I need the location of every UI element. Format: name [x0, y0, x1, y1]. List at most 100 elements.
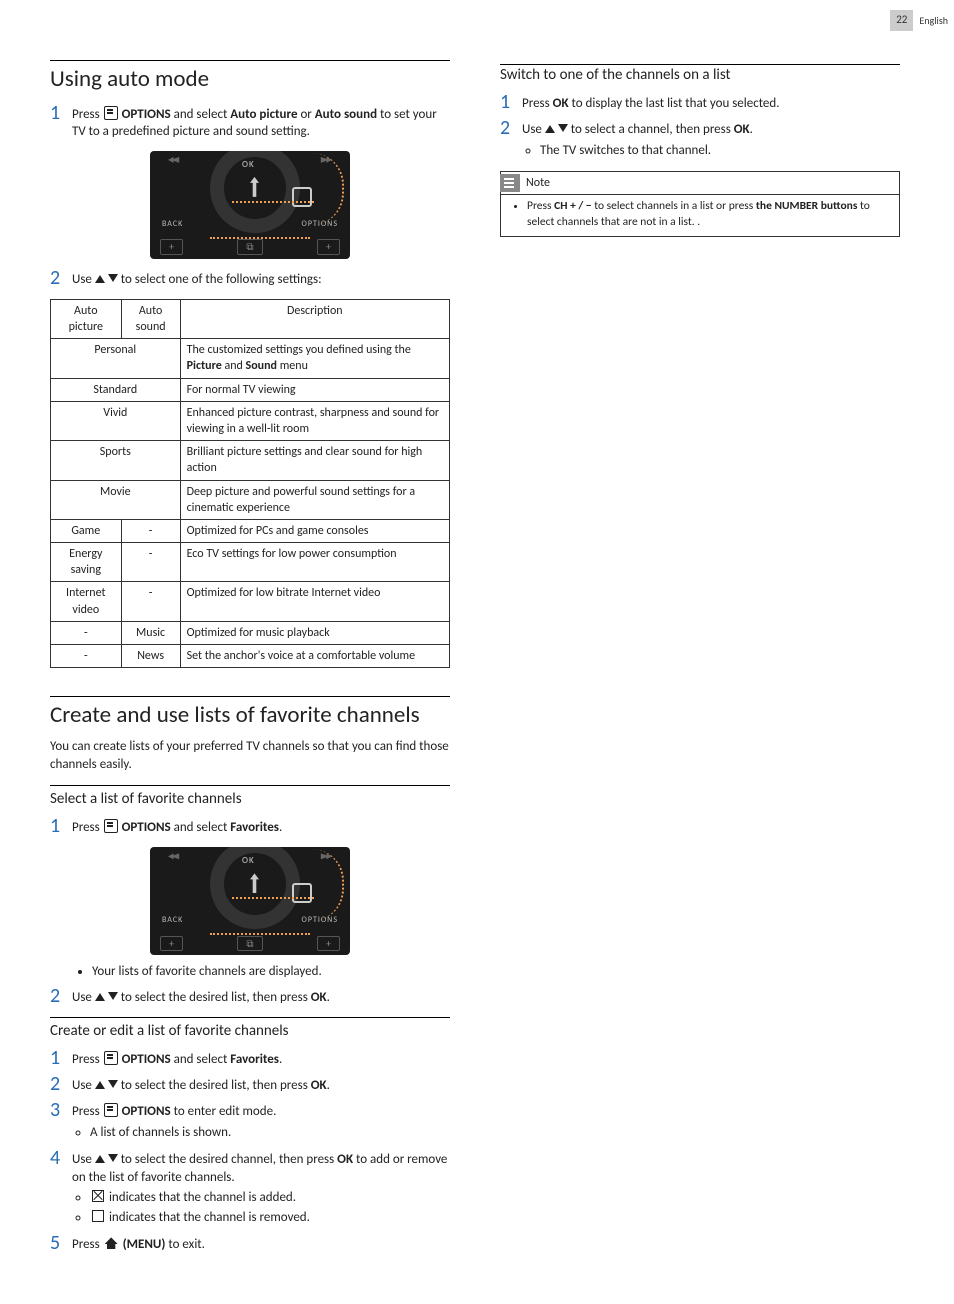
down-arrow-icon [108, 1154, 118, 1162]
step-body: Use to select the desired list, then pre… [72, 1073, 450, 1095]
down-arrow-icon [558, 124, 568, 132]
mode-name: Movie [51, 480, 181, 519]
steps-select-list-2: 2 Use to select the desired list, then p… [50, 985, 450, 1007]
mode-description: Set the anchor's voice at a comfortable … [180, 645, 449, 668]
page: 22English Using auto mode 1 Press OPTION… [0, 0, 954, 1304]
options-icon [104, 106, 118, 120]
mode-picture: Energy saving [51, 543, 122, 582]
th-auto-sound: Auto sound [121, 299, 180, 338]
mode-description: Deep picture and powerful sound settings… [180, 480, 449, 519]
auto-mode-table: Auto picture Auto sound Description Pers… [50, 299, 450, 668]
down-arrow-icon [108, 992, 118, 1000]
steps-select-list: 1 Press OPTIONS and select Favorites. [50, 815, 450, 837]
empty-box-icon [92, 1210, 104, 1222]
step-number: 2 [50, 1073, 72, 1095]
subsection-switch-channel: Switch to one of the channels on a list [500, 64, 900, 85]
mode-name: Personal [51, 339, 181, 378]
step-number: 5 [50, 1232, 72, 1254]
steps-switch: 1 Press OK to display the last list that… [500, 91, 900, 161]
step-body: Press OPTIONS and select Auto picture or… [72, 102, 450, 141]
table-row: SportsBrilliant picture settings and cle… [51, 441, 450, 480]
home-icon [105, 1237, 118, 1249]
section-favorite-channels: Create and use lists of favorite channel… [50, 696, 450, 730]
step-body: Press OPTIONS to enter edit mode. A list… [72, 1099, 450, 1143]
table-row: Game-Optimized for PCs and game consoles [51, 519, 450, 542]
th-description: Description [180, 299, 449, 338]
mode-picture: - [51, 645, 122, 668]
table-row: MovieDeep picture and powerful sound set… [51, 480, 450, 519]
note-body: Press CH + / − to select channels in a l… [501, 194, 899, 236]
options-icon [104, 819, 118, 833]
note-box: Note Press CH + / − to select channels i… [500, 171, 900, 237]
mode-name: Standard [51, 378, 181, 401]
step-number: 2 [50, 985, 72, 1007]
options-icon [104, 1051, 118, 1065]
checked-box-icon [92, 1190, 104, 1202]
note-icon [500, 174, 520, 192]
mode-description: Optimized for PCs and game consoles [180, 519, 449, 542]
table-row: Energy saving-Eco TV settings for low po… [51, 543, 450, 582]
mode-sound: - [121, 519, 180, 542]
table-row: -NewsSet the anchor's voice at a comfort… [51, 645, 450, 668]
down-arrow-icon [108, 274, 118, 282]
step-number: 4 [50, 1147, 72, 1169]
step-number: 1 [50, 815, 72, 837]
table-row: PersonalThe customized settings you defi… [51, 339, 450, 378]
step-body: Use to select the desired channel, then … [72, 1147, 450, 1228]
page-number: 22 [890, 10, 913, 31]
up-arrow-icon [95, 1081, 105, 1089]
mode-description: Brilliant picture settings and clear sou… [180, 441, 449, 480]
mode-sound: - [121, 582, 180, 621]
step-body: Use to select one of the following setti… [72, 267, 450, 289]
mode-sound: - [121, 543, 180, 582]
step-body: Press (MENU) to exit. [72, 1232, 450, 1254]
right-column: Switch to one of the channels on a list … [500, 60, 900, 1264]
table-row: StandardFor normal TV viewing [51, 378, 450, 401]
step-number: 3 [50, 1099, 72, 1121]
step-number: 1 [500, 91, 522, 113]
step-body: Use to select a channel, then press OK. … [522, 117, 900, 161]
steps-auto-mode-2: 2 Use to select one of the following set… [50, 267, 450, 289]
remote-illustration: OK BACK OPTIONS +⧉+ [150, 847, 350, 955]
mode-description: Optimized for music playback [180, 621, 449, 644]
subsection-create-edit: Create or edit a list of favorite channe… [50, 1017, 450, 1041]
up-arrow-icon [95, 275, 105, 283]
step-number: 1 [50, 1047, 72, 1069]
mode-description: Eco TV settings for low power consumptio… [180, 543, 449, 582]
note-title: Note [526, 175, 550, 191]
mode-description: Enhanced picture contrast, sharpness and… [180, 401, 449, 440]
steps-create-edit: 1 Press OPTIONS and select Favorites. 2 … [50, 1047, 450, 1254]
mode-picture: - [51, 621, 122, 644]
page-header: 22English [890, 10, 954, 31]
table-row: -MusicOptimized for music playback [51, 621, 450, 644]
intro-text: You can create lists of your preferred T… [50, 738, 450, 773]
remote-illustration: OK BACK OPTIONS +⧉+ [150, 151, 350, 259]
mode-description: Optimized for low bitrate Internet video [180, 582, 449, 621]
subsection-select-list: Select a list of favorite channels [50, 785, 450, 809]
step-body: Press OPTIONS and select Favorites. [72, 1047, 450, 1069]
step-body: Use to select the desired list, then pre… [72, 985, 450, 1007]
mode-sound: News [121, 645, 180, 668]
up-arrow-icon [545, 125, 555, 133]
sub-bullet: Your lists of favorite channels are disp… [92, 963, 450, 981]
step-number: 2 [500, 117, 522, 139]
table-row: Internet video-Optimized for low bitrate… [51, 582, 450, 621]
step-number: 2 [50, 267, 72, 289]
mode-description: The customized settings you defined usin… [180, 339, 449, 378]
mode-sound: Music [121, 621, 180, 644]
step-number: 1 [50, 102, 72, 124]
table-row: VividEnhanced picture contrast, sharpnes… [51, 401, 450, 440]
steps-auto-mode: 1 Press OPTIONS and select Auto picture … [50, 102, 450, 141]
language-label: English [913, 11, 954, 31]
up-arrow-icon [95, 993, 105, 1001]
step-body: Press OPTIONS and select Favorites. [72, 815, 450, 837]
down-arrow-icon [108, 1080, 118, 1088]
mode-picture: Internet video [51, 582, 122, 621]
options-icon [104, 1103, 118, 1117]
mode-picture: Game [51, 519, 122, 542]
section-using-auto-mode: Using auto mode [50, 60, 450, 94]
step-body: Press OK to display the last list that y… [522, 91, 900, 113]
left-column: Using auto mode 1 Press OPTIONS and sele… [50, 60, 450, 1264]
up-arrow-icon [95, 1155, 105, 1163]
mode-name: Sports [51, 441, 181, 480]
